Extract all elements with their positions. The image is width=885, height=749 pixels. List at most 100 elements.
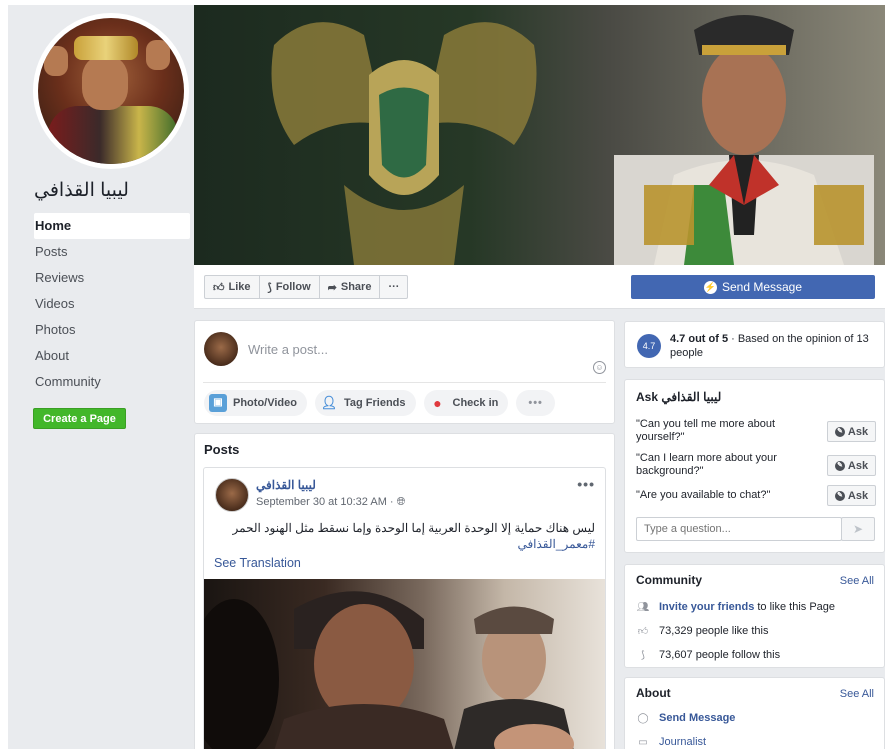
tag-friends-icon: 👤︎	[320, 395, 338, 410]
ask-button[interactable]: ✎ Ask	[827, 485, 876, 506]
follow-button[interactable]: ⟆ Follow	[258, 275, 320, 299]
nav-item-videos[interactable]: Videos	[34, 291, 190, 317]
nav-item-label: Home	[35, 218, 72, 233]
check-in-button[interactable]: ● Check in	[423, 390, 509, 416]
likes-row: 👍︎ 73,329 people like this	[636, 625, 769, 637]
about-card: About See All ◯ Send Message ▭ Journalis…	[624, 677, 885, 749]
nav-item-reviews[interactable]: Reviews	[34, 265, 190, 291]
photo-video-button[interactable]: ▣ Photo/Video	[204, 390, 307, 416]
location-pin-icon: ●	[433, 395, 442, 411]
composer-actions: ▣ Photo/Video 👤︎ Tag Friends ● Check in …	[204, 390, 555, 416]
about-see-all-link[interactable]: See All	[840, 688, 874, 700]
invite-friends-icon: 👥︎	[636, 601, 650, 613]
rss-icon: ⟆	[641, 649, 645, 661]
photo-detail	[74, 36, 138, 60]
post-author-name[interactable]: ليبيا القذافي	[256, 478, 316, 492]
about-send-message-link[interactable]: Send Message	[659, 712, 735, 724]
photo-detail	[44, 46, 68, 76]
rating-summary[interactable]: 4.7 out of 5 · Based on the opinion of 1…	[670, 332, 880, 360]
eagle-emblem	[271, 22, 537, 265]
write-post-input[interactable]: Write a post...	[248, 342, 328, 357]
more-options-button[interactable]: ···	[379, 275, 409, 299]
rss-icon: ⟆	[267, 281, 272, 294]
nav-item-posts[interactable]: Posts	[34, 239, 190, 265]
page-title[interactable]: ليبيا القذافي	[34, 179, 154, 202]
nav-item-about[interactable]: About	[34, 343, 190, 369]
ask-question: "Can I learn more about your background?…	[636, 452, 777, 477]
composer-more-label: •••	[528, 397, 543, 409]
like-button[interactable]: 👍︎ Like	[204, 275, 260, 299]
post-author-avatar[interactable]	[215, 478, 249, 512]
follow-label: Follow	[275, 281, 311, 293]
page-action-bar: 👍︎ Like ⟆ Follow ➦ Share ··· ⚡ Send Mess…	[194, 265, 885, 309]
chat-bubble-icon: ✎	[834, 490, 845, 501]
briefcase-icon: ▭	[638, 736, 648, 748]
chat-bubble-icon: ✎	[834, 460, 845, 471]
post-timestamp[interactable]: September 30 at 10:32 AM · 🌐︎	[256, 496, 405, 509]
create-page-button[interactable]: Create a Page	[33, 408, 126, 429]
about-category-row: ▭ Journalist	[636, 736, 709, 748]
photo-video-label: Photo/Video	[233, 397, 297, 409]
photo-detail	[48, 106, 178, 164]
action-buttons: 👍︎ Like ⟆ Follow ➦ Share ···	[204, 275, 409, 299]
profile-photo	[38, 18, 184, 164]
ask-button[interactable]: ✎ Ask	[827, 421, 876, 442]
ask-question-input[interactable]	[636, 517, 842, 541]
composer-divider	[203, 382, 606, 383]
composer-avatar	[204, 332, 238, 366]
thumbs-up-icon: 👍︎	[213, 281, 225, 294]
tag-friends-label: Tag Friends	[343, 397, 406, 409]
nav-item-label: Community	[35, 374, 101, 389]
post-photo	[204, 591, 574, 749]
category-link[interactable]: Journalist	[659, 736, 706, 748]
ask-button[interactable]: ✎ Ask	[827, 455, 876, 476]
ask-question: "Can you tell me more about yourself?"	[636, 418, 776, 443]
post-card: ليبيا القذافي September 30 at 10:32 AM ·…	[203, 467, 606, 749]
composer-more-button[interactable]: •••	[516, 390, 555, 416]
messenger-icon: ◯	[637, 712, 649, 724]
left-sidebar: ليبيا القذافي Home Posts Reviews Videos …	[8, 5, 192, 749]
photo-icon: ▣	[209, 394, 227, 412]
see-translation-link[interactable]: See Translation	[214, 556, 301, 570]
thumbs-up-icon: 👍︎	[637, 626, 649, 637]
share-arrow-icon: ➦	[327, 281, 337, 294]
ask-button-label: Ask	[847, 459, 869, 472]
post-timestamp-text: September 30 at 10:32 AM ·	[256, 496, 397, 508]
community-see-all-link[interactable]: See All	[840, 575, 874, 587]
send-arrow-icon[interactable]: ➤	[841, 517, 875, 541]
emoji-icon[interactable]: ☺	[593, 361, 606, 374]
invite-text: to like this Page	[757, 601, 836, 613]
rating-badge: 4.7	[637, 334, 661, 358]
rating-score: 4.7 out of 5	[670, 333, 729, 345]
check-in-label: Check in	[452, 397, 499, 409]
nav-item-home[interactable]: Home	[34, 213, 190, 239]
invite-row: 👥︎ Invite your friends to like this Page	[636, 601, 835, 613]
about-heading: About	[636, 686, 671, 700]
like-label: Like	[228, 281, 251, 293]
send-message-label: Send Message	[721, 280, 803, 294]
post-menu-button[interactable]: •••	[577, 476, 595, 492]
nav-item-photos[interactable]: Photos	[34, 317, 190, 343]
community-card: Community See All 👥︎ Invite your friends…	[624, 564, 885, 668]
post-composer: Write a post... ☺ ▣ Photo/Video 👤︎ Tag F…	[194, 320, 615, 424]
ask-card: Ask ليبيا القذافي "Can you tell me more …	[624, 379, 885, 553]
nav-item-label: Reviews	[35, 270, 85, 285]
invite-friends-link[interactable]: Invite your friends	[659, 601, 754, 613]
likes-count: 73,329 people like this	[659, 625, 769, 637]
ask-button-label: Ask	[847, 489, 869, 502]
post-image[interactable]	[204, 579, 605, 749]
nav-item-label: Posts	[35, 244, 68, 259]
share-button[interactable]: ➦ Share	[318, 275, 381, 299]
send-message-button[interactable]: ⚡ Send Message	[631, 275, 875, 299]
profile-picture[interactable]	[33, 13, 189, 169]
nav-item-community[interactable]: Community	[34, 369, 190, 395]
about-message-row: ◯ Send Message	[636, 712, 738, 724]
post-hashtag[interactable]: #معمر_القذافي	[214, 536, 595, 552]
nav-item-label: Photos	[35, 322, 76, 337]
photo-detail	[82, 56, 128, 110]
tag-friends-button[interactable]: 👤︎ Tag Friends	[314, 390, 416, 416]
chat-bubble-icon: ✎	[834, 426, 845, 437]
globe-icon: 🌐︎	[396, 496, 406, 508]
cover-photo[interactable]	[194, 5, 885, 265]
community-heading: Community	[636, 573, 702, 587]
